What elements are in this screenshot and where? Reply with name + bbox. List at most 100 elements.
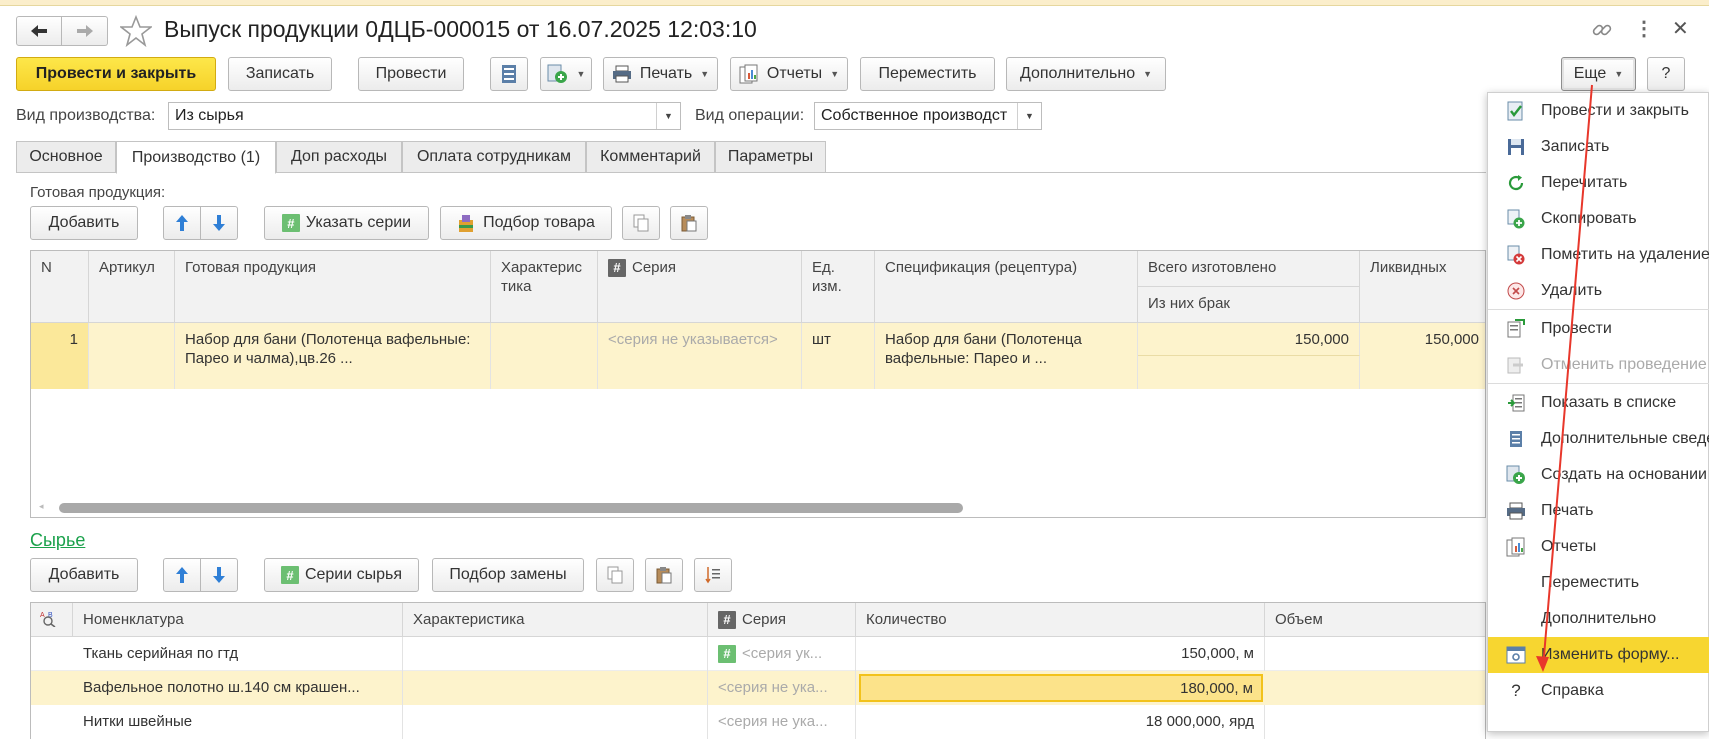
raw-copy-button[interactable]	[596, 558, 634, 592]
menu-item-show-in-list[interactable]: Показать в списке	[1488, 385, 1709, 421]
pick-goods-icon	[459, 215, 474, 232]
menu-item-post-close[interactable]: Провести и закрыть	[1488, 93, 1709, 129]
tab-employee-pay[interactable]: Оплата сотрудникам	[402, 141, 586, 173]
prod-type-field[interactable]: Из сырья ▼	[168, 102, 681, 130]
finished-section-label: Готовая продукция:	[30, 184, 166, 201]
post-button[interactable]: Провести	[358, 57, 464, 91]
col-volume[interactable]: Объем	[1265, 603, 1485, 637]
row-quantity-selected[interactable]: 180,000, м	[859, 674, 1263, 702]
table-row[interactable]: Вафельное полотно ш.140 см крашен... <се…	[31, 671, 1485, 705]
table-row[interactable]: Нитки швейные <серия не ука... 18 000,00…	[31, 705, 1485, 739]
pick-goods-button[interactable]: Подбор товара	[440, 206, 612, 240]
col-characteristic[interactable]: Характеристика	[491, 251, 598, 323]
forward-button[interactable]	[62, 16, 108, 46]
raw-move-up-button[interactable]	[163, 558, 201, 592]
move-down-button[interactable]	[200, 206, 238, 240]
col-article[interactable]: Артикул	[89, 251, 175, 323]
row-series-text: <серия ук...	[742, 645, 823, 662]
menu-item-extra-info[interactable]: Дополнительные сведения	[1488, 421, 1709, 457]
col-nomenclature[interactable]: Номенклатура	[73, 603, 403, 637]
menu-item-unpost[interactable]: Отменить проведение	[1488, 347, 1709, 383]
chevron-down-icon[interactable]: ▼	[1017, 103, 1041, 129]
table-row[interactable]: 1 Набор для бани (Полотенца вафельные: П…	[31, 323, 1485, 389]
row-nomenclature: Вафельное полотно ш.140 см крашен...	[73, 671, 403, 705]
paste-row-button[interactable]	[670, 206, 708, 240]
menu-item-change-form[interactable]: Изменить форму...	[1488, 637, 1709, 673]
menu-item-label: Скопировать	[1541, 210, 1637, 227]
menu-item-reports[interactable]: Отчеты	[1488, 529, 1709, 565]
menu-item-post[interactable]: Провести	[1488, 311, 1709, 347]
save-button[interactable]: Записать	[228, 57, 332, 91]
col-n[interactable]: N	[31, 251, 89, 323]
col-defect[interactable]: Из них брак	[1138, 287, 1360, 323]
paste-icon	[656, 567, 672, 584]
op-type-field[interactable]: Собственное производст ▼	[814, 102, 1042, 130]
col-series[interactable]: # Серия	[598, 251, 802, 323]
raw-series-button[interactable]: # Серии сырья	[264, 558, 419, 592]
raw-sort-button[interactable]	[694, 558, 732, 592]
move-up-button[interactable]	[163, 206, 201, 240]
create-based-button[interactable]: ▼	[540, 57, 592, 91]
raw-add-button[interactable]: Добавить	[30, 558, 138, 592]
col-liquid[interactable]: Ликвидных	[1360, 251, 1485, 323]
favorite-star-icon[interactable]	[118, 14, 154, 51]
close-icon[interactable]: ✕	[1672, 18, 1689, 40]
menu-item-help[interactable]: ? Справка	[1488, 673, 1709, 709]
col-raw-characteristic[interactable]: Характеристика	[403, 603, 708, 637]
col-raw-icon[interactable]: AB	[31, 603, 73, 637]
raw-paste-button[interactable]	[645, 558, 683, 592]
col-quantity[interactable]: Количество	[856, 603, 1265, 637]
print-button[interactable]: Печать ▼	[603, 57, 718, 91]
menu-item-print[interactable]: Печать	[1488, 493, 1709, 529]
post-close-icon	[1506, 101, 1526, 121]
set-series-button[interactable]: # Указать серии	[264, 206, 429, 240]
arrow-down-icon	[213, 215, 225, 231]
arrow-down-icon	[213, 567, 225, 583]
table-row[interactable]: Ткань серийная по гтд # <серия ук... 150,…	[31, 637, 1485, 671]
col-spec[interactable]: Спецификация (рецептура)	[875, 251, 1138, 323]
back-button[interactable]	[16, 16, 62, 46]
move-button[interactable]: Переместить	[860, 57, 995, 91]
tab-main[interactable]: Основное	[16, 141, 116, 173]
reports-button[interactable]: Отчеты ▼	[730, 57, 848, 91]
help-button[interactable]: ?	[1647, 57, 1685, 91]
replace-button[interactable]: Подбор замены	[432, 558, 584, 592]
link-icon[interactable]	[1591, 19, 1613, 45]
raw-section-link[interactable]: Сырье	[30, 530, 85, 551]
menu-item-copy[interactable]: Скопировать	[1488, 201, 1709, 237]
scrollbar-thumb[interactable]	[59, 503, 963, 513]
menu-item-mark-delete[interactable]: Пометить на удаление	[1488, 237, 1709, 273]
details-button[interactable]	[490, 57, 528, 91]
menu-item-delete[interactable]: Удалить	[1488, 273, 1709, 309]
menu-item-more[interactable]: Дополнительно	[1488, 601, 1709, 637]
arrow-left-icon	[31, 25, 47, 37]
col-raw-series[interactable]: # Серия	[708, 603, 856, 637]
scroll-left-icon[interactable]: ◂	[39, 501, 44, 512]
tab-extra-costs[interactable]: Доп расходы	[276, 141, 402, 173]
more-vertical-icon[interactable]: ⋮	[1634, 18, 1654, 40]
raw-move-down-button[interactable]	[200, 558, 238, 592]
tab-production[interactable]: Производство (1)	[116, 141, 276, 174]
col-unit[interactable]: Ед. изм.	[802, 251, 875, 323]
chevron-down-icon[interactable]: ▼	[656, 103, 680, 129]
finished-add-button[interactable]: Добавить	[30, 206, 138, 240]
menu-item-label: Переместить	[1541, 574, 1640, 591]
row-characteristic	[403, 637, 708, 671]
menu-item-create-based[interactable]: Создать на основании	[1488, 457, 1709, 493]
menu-item-move[interactable]: Переместить	[1488, 565, 1709, 601]
post-and-close-button[interactable]: Провести и закрыть	[16, 57, 216, 91]
tab-comment[interactable]: Комментарий	[586, 141, 715, 173]
tab-parameters[interactable]: Параметры	[715, 141, 826, 173]
menu-item-save[interactable]: Записать	[1488, 129, 1709, 165]
reports-icon	[1506, 537, 1526, 557]
horizontal-scrollbar[interactable]: ◂	[31, 501, 1485, 515]
eshe-button[interactable]: Еще ▼	[1561, 57, 1636, 91]
chevron-down-icon: ▼	[1143, 69, 1153, 79]
col-product[interactable]: Готовая продукция	[175, 251, 491, 323]
copy-row-button[interactable]	[622, 206, 660, 240]
more-actions-button[interactable]: Дополнительно ▼	[1006, 57, 1166, 91]
row-nomenclature: Нитки швейные	[73, 705, 403, 739]
menu-item-reread[interactable]: Перечитать	[1488, 165, 1709, 201]
row-nomenclature: Ткань серийная по гтд	[73, 637, 403, 671]
col-total[interactable]: Всего изготовлено	[1138, 251, 1360, 287]
